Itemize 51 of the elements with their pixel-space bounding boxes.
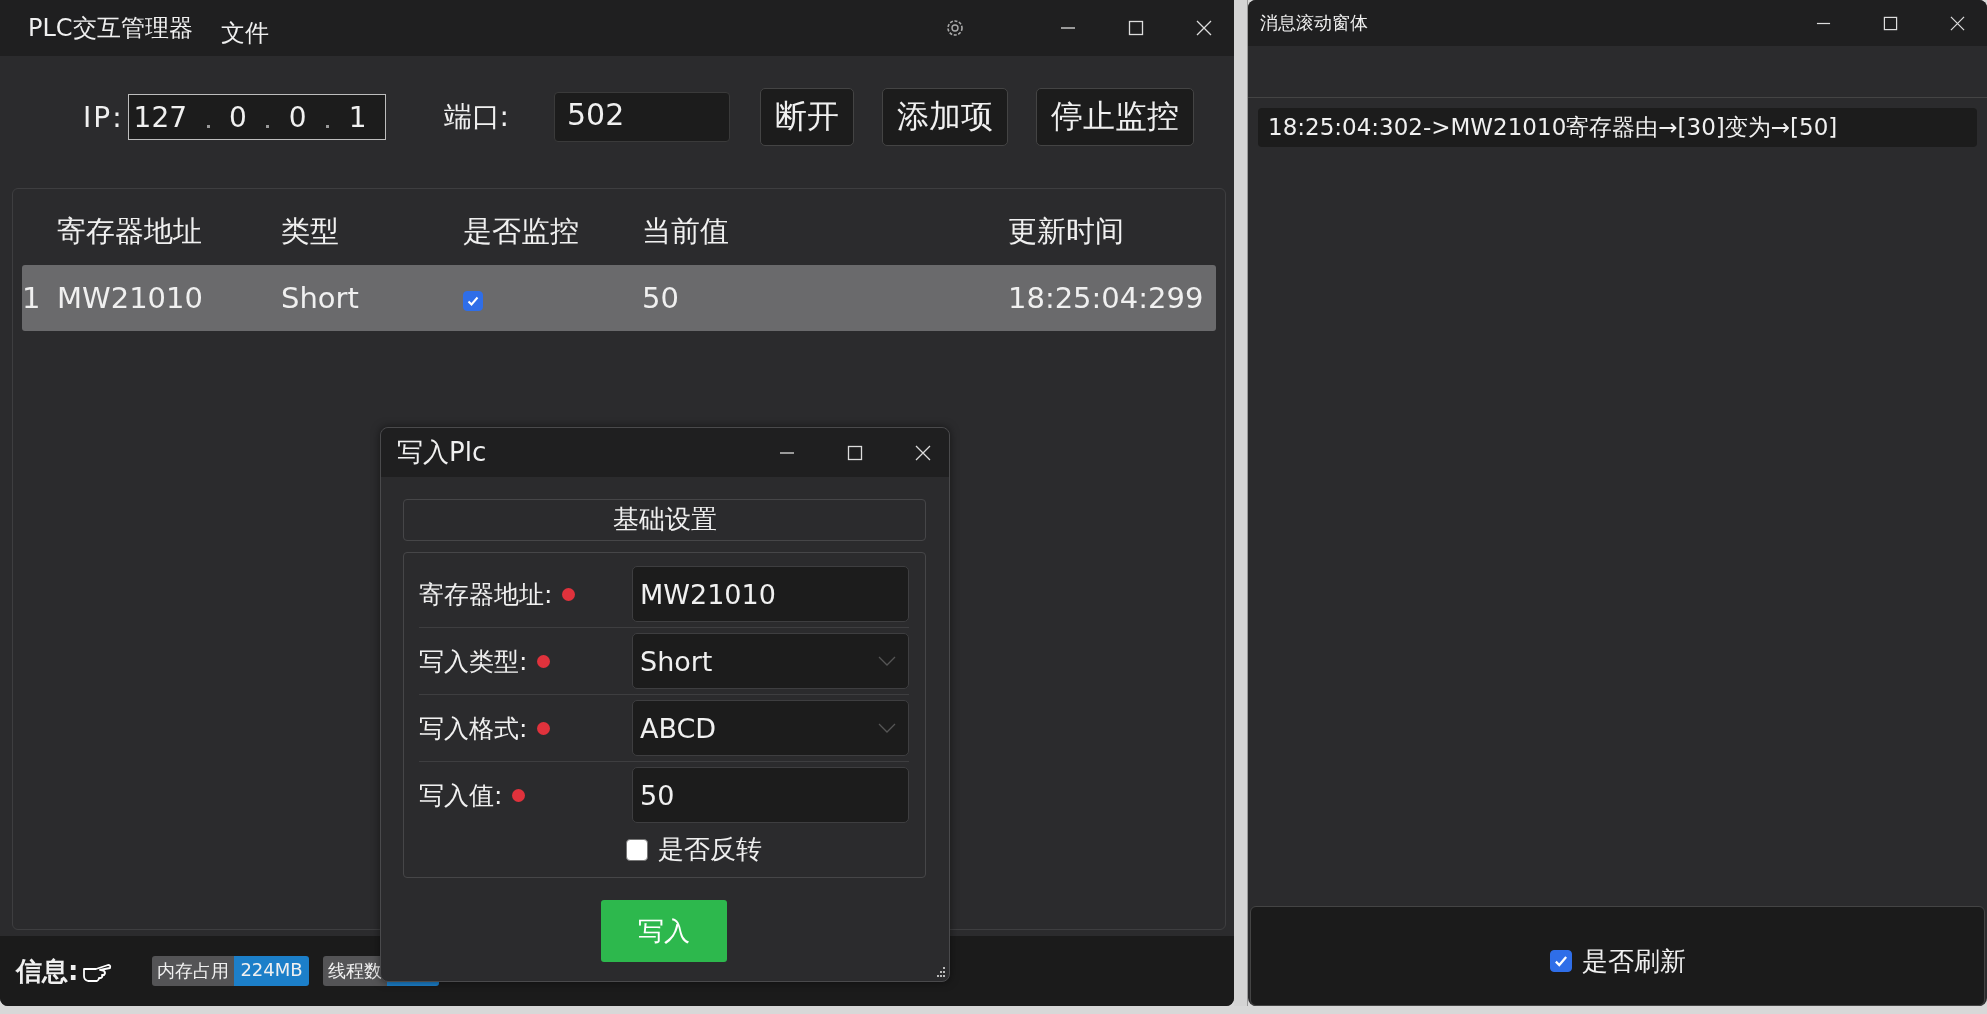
close-icon[interactable]: [1950, 15, 1965, 31]
ip-label: IP:: [83, 100, 124, 134]
row-number: 1: [22, 281, 42, 315]
checkbox-label: 是否刷新: [1581, 944, 1686, 978]
dialog-title: 写入Plc: [397, 436, 487, 469]
table-cell-text: Short: [281, 281, 360, 315]
checkbox[interactable]: [1549, 950, 1572, 972]
column-header: 类型: [281, 213, 340, 250]
maximize-icon[interactable]: [847, 444, 863, 461]
table-cell-text: 50: [642, 281, 680, 315]
checkbox[interactable]: [626, 838, 648, 861]
toolbar-button[interactable]: 停止监控: [1036, 88, 1194, 146]
settings-icon[interactable]: [944, 17, 966, 39]
badge-label: 线程数: [322, 956, 387, 986]
checkbox[interactable]: [463, 291, 483, 311]
column-header: 更新时间: [1008, 213, 1125, 250]
port-field[interactable]: 502: [554, 92, 730, 142]
field-label: 写入格式:: [419, 712, 528, 745]
toolbar-button[interactable]: 断开: [760, 88, 854, 146]
maximize-icon[interactable]: [1128, 20, 1144, 36]
input-field[interactable]: 50: [632, 767, 909, 823]
close-icon[interactable]: [1196, 20, 1212, 36]
field-label: 寄存器地址:: [419, 578, 553, 611]
toolbar-button[interactable]: 添加项: [882, 88, 1008, 146]
field-label: 写入值:: [419, 779, 503, 812]
group-header: 基础设置: [403, 499, 926, 541]
checkbox-label: 是否反转: [658, 833, 762, 866]
checkmark-icon: [466, 294, 480, 308]
menu-item[interactable]: 文件: [220, 17, 269, 49]
port-label: 端口:: [443, 99, 509, 135]
info-label: 信息:: [16, 954, 79, 988]
badge-label: 内存占用: [152, 956, 235, 986]
dropdown[interactable]: ABCD: [632, 700, 909, 756]
input-field[interactable]: MW21010: [632, 566, 909, 622]
window-title: 消息滚动窗体: [1260, 11, 1368, 35]
table-row[interactable]: 1 MW21010 Short 50 18:25:04:299: [22, 265, 1216, 331]
table-cell-text: MW21010: [57, 281, 204, 315]
column-header: 寄存器地址: [57, 213, 203, 250]
column-header: 当前值: [642, 213, 730, 250]
table-cell-text: 18:25:04:299: [1008, 281, 1205, 315]
message-item: 18:25:04:302->MW21010寄存器由→[30]变为→[50]: [1258, 108, 1977, 147]
column-header: 是否监控: [463, 213, 580, 250]
maximize-icon[interactable]: [1883, 15, 1898, 31]
field-label: 写入类型:: [419, 645, 528, 678]
checkmark-icon: [1552, 953, 1569, 969]
badge-value: 224MB: [234, 956, 309, 986]
window-title: PLC交互管理器: [28, 13, 193, 44]
resize-grip-icon[interactable]: [934, 966, 946, 978]
close-icon[interactable]: [915, 444, 931, 461]
dropdown[interactable]: Short: [632, 633, 909, 689]
ip-field[interactable]: 127 0 0 1: [127, 94, 386, 140]
